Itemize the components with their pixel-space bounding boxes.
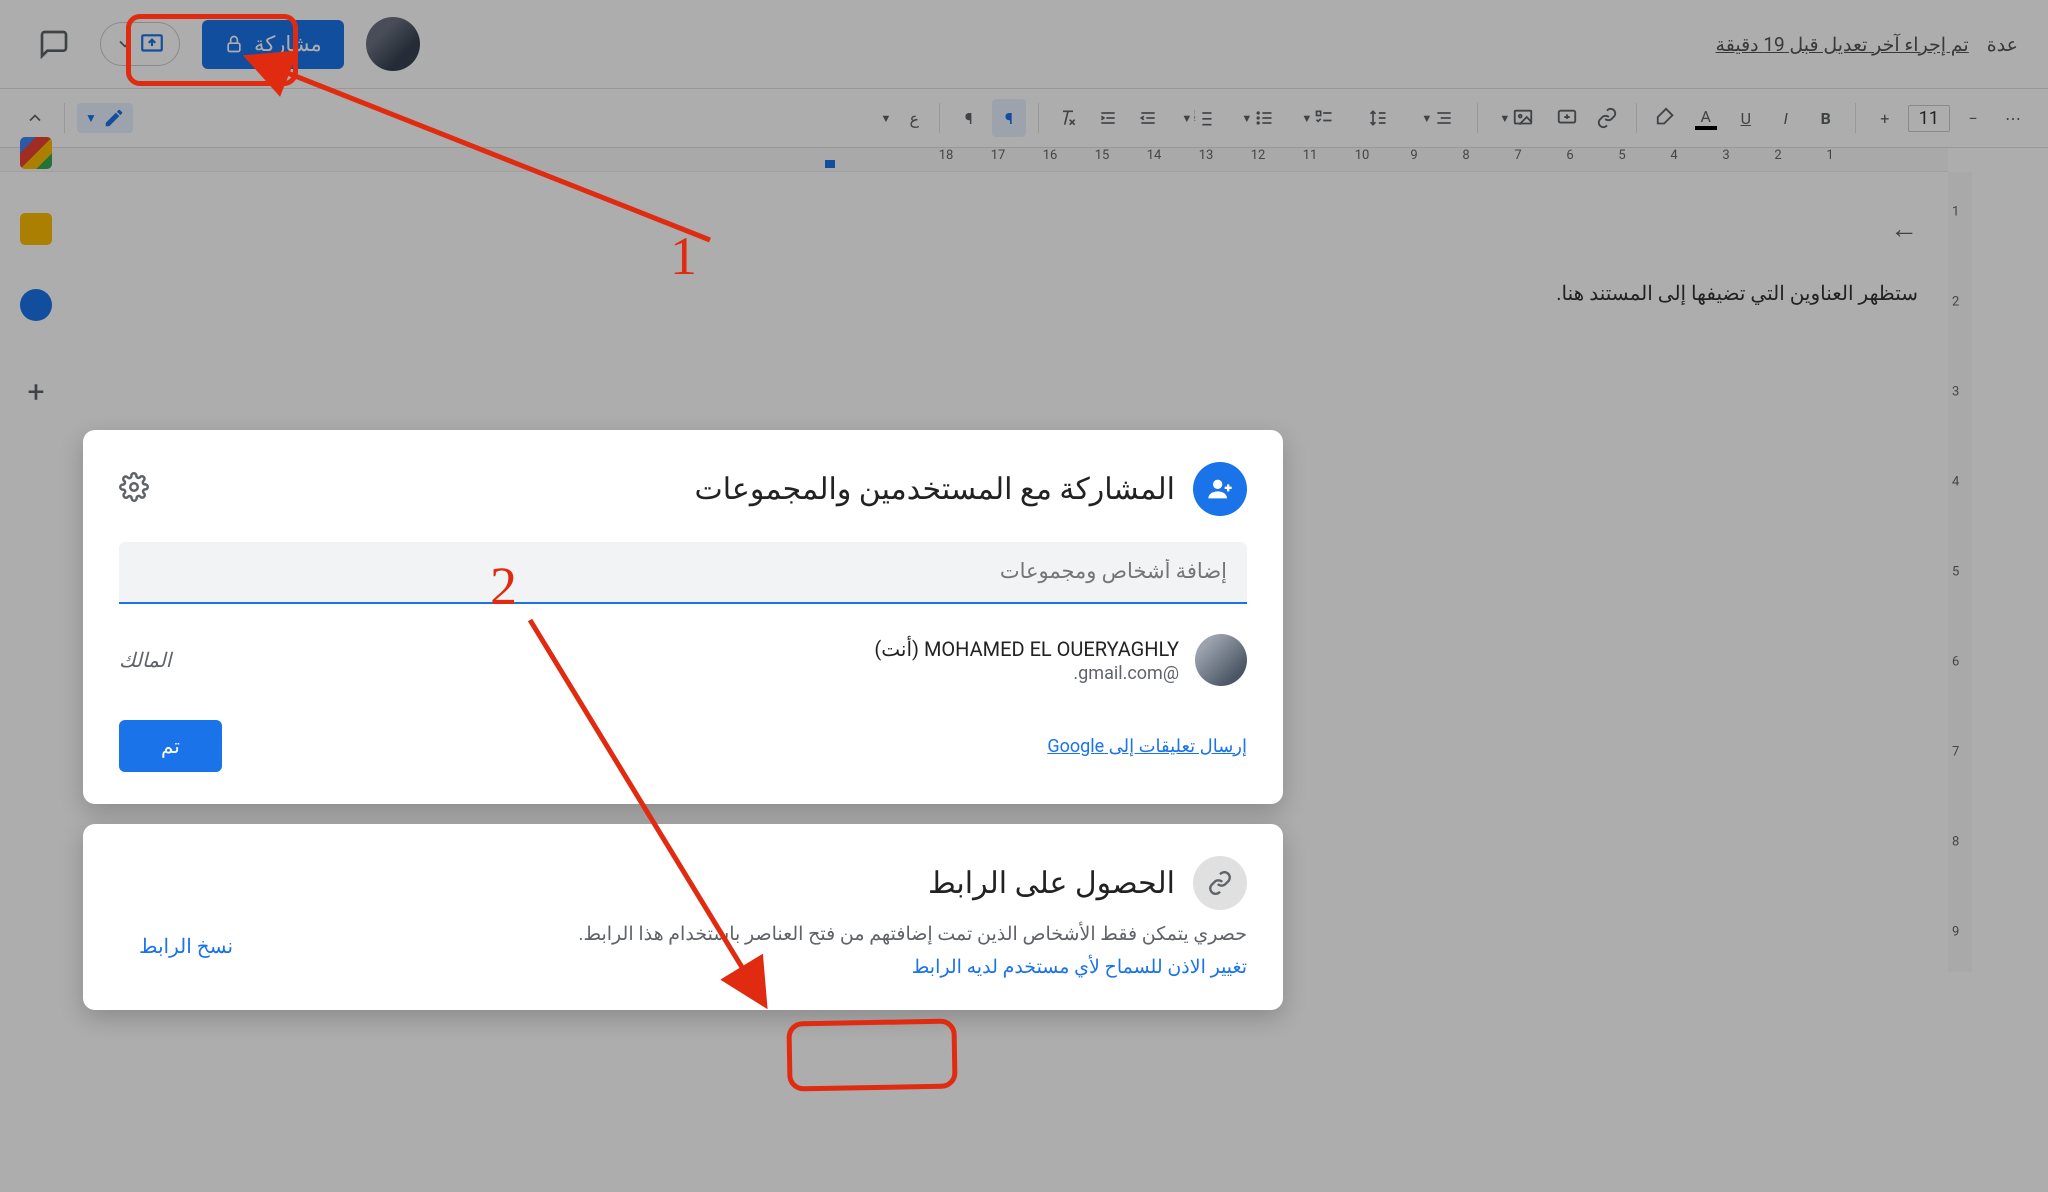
present-button[interactable] — [100, 22, 180, 66]
ruler-tick: 2 — [1774, 148, 1781, 163]
side-addons-panel: + — [0, 107, 72, 410]
comment-insert-button[interactable] — [1550, 99, 1584, 137]
link-icon — [1207, 870, 1233, 896]
annotation-number-2: 2 — [490, 555, 517, 617]
gear-icon — [119, 472, 149, 502]
ruler-tick: 8 — [1462, 148, 1469, 163]
ruler-tick: 1 — [1826, 148, 1833, 163]
ruler-tick: 4 — [1670, 148, 1677, 163]
share-settings-button[interactable] — [119, 472, 149, 506]
get-link-card: الحصول على الرابط حصري يتمكن فقط الأشخاص… — [83, 824, 1283, 1010]
ruler-indent-marker[interactable] — [825, 160, 835, 168]
ruler-tick: 11 — [1303, 148, 1318, 163]
account-avatar[interactable] — [366, 17, 420, 71]
checklist-button[interactable]: ▼ — [1291, 99, 1345, 137]
ruler-tick: 17 — [991, 148, 1006, 163]
share-people-icon — [1193, 462, 1247, 516]
vruler-tick: 6 — [1952, 655, 1959, 670]
vruler-tick: 9 — [1952, 925, 1959, 940]
font-size-value: 11 — [1908, 105, 1950, 132]
outline-panel: ← ستظهر العناوين التي تضيفها إلى المستند… — [1318, 172, 1948, 372]
share-button-label: مشاركة — [254, 32, 322, 57]
format-dropdown[interactable]: ع▼ — [873, 99, 927, 137]
add-people-input[interactable] — [119, 542, 1247, 604]
ruler-tick: 6 — [1566, 148, 1573, 163]
vruler-tick: 7 — [1952, 745, 1959, 760]
link-restriction-desc: حصري يتمكن فقط الأشخاص الذين تمت إضافتهم… — [253, 922, 1247, 945]
font-size-control[interactable]: 11 — [1908, 105, 1950, 132]
indent-increase-button[interactable] — [1091, 99, 1125, 137]
outline-placeholder-text: ستظهر العناوين التي تضيفها إلى المستند ه… — [1348, 281, 1918, 305]
ruler-tick: 5 — [1618, 148, 1625, 163]
person-avatar — [1195, 634, 1247, 686]
ruler-tick: 13 — [1199, 148, 1214, 163]
underline-button[interactable]: U — [1729, 99, 1763, 137]
done-button[interactable]: تم — [119, 720, 222, 772]
link-icon-circle — [1193, 856, 1247, 910]
rtl-direction-button[interactable]: ¶ — [992, 99, 1026, 137]
highlight-button[interactable] — [1649, 99, 1683, 137]
indent-decrease-button[interactable] — [1131, 99, 1165, 137]
vruler-tick: 2 — [1952, 295, 1959, 310]
plus-button[interactable]: + — [1868, 99, 1902, 137]
share-dialog-title: المشاركة مع المستخدمين والمجموعات — [167, 472, 1175, 507]
person-role-label: المالك — [119, 648, 171, 672]
ruler-tick: 16 — [1043, 148, 1058, 163]
vertical-ruler[interactable]: 1 2 3 4 5 6 7 8 9 — [1948, 172, 1972, 972]
lock-icon — [224, 34, 244, 54]
ruler-tick: 18 — [939, 148, 954, 163]
numbered-list-button[interactable]: 12▼ — [1171, 99, 1225, 137]
ruler-tick: 15 — [1095, 148, 1110, 163]
help-menu-label[interactable]: عدة — [1987, 33, 2018, 56]
app-header: عدة تم إجراء آخر تعديل قبل 19 دقيقة مشار… — [0, 0, 2048, 88]
minus-button[interactable]: − — [1956, 99, 1990, 137]
share-people-card: المشاركة مع المستخدمين والمجموعات MOHAME… — [83, 430, 1283, 804]
share-button[interactable]: مشاركة — [202, 20, 344, 69]
ruler-tick: 14 — [1147, 148, 1162, 163]
keep-addon-icon[interactable] — [20, 213, 52, 245]
add-addon-button[interactable]: + — [27, 375, 44, 410]
bold-button[interactable]: B — [1809, 99, 1843, 137]
vruler-tick: 8 — [1952, 835, 1959, 850]
pencil-icon — [103, 107, 125, 129]
text-color-button[interactable]: A — [1689, 99, 1723, 137]
send-feedback-link[interactable]: إرسال تعليقات إلى Google — [1047, 736, 1247, 757]
ltr-direction-button[interactable]: ¶ — [952, 99, 986, 137]
share-person-row: MOHAMED EL OUERYAGHLY (أنت) @gmail.com. … — [119, 634, 1247, 686]
person-name: MOHAMED EL OUERYAGHLY (أنت) — [187, 637, 1179, 661]
get-link-title: الحصول على الرابط — [119, 866, 1175, 901]
outline-back-arrow[interactable]: ← — [1890, 212, 1918, 245]
ruler-tick: 10 — [1355, 148, 1370, 163]
link-button[interactable] — [1590, 99, 1624, 137]
last-edit-link[interactable]: تم إجراء آخر تعديل قبل 19 دقيقة — [1716, 33, 1969, 56]
formatting-toolbar: ⋯ − 11 + B I U A ▼ ▼ ▼ ▼ 12▼ ¶ ¶ ع▼ ▼ — [0, 88, 2048, 148]
align-button[interactable]: ▼ — [1411, 99, 1465, 137]
tasks-addon-icon[interactable] — [20, 289, 52, 321]
vruler-tick: 4 — [1952, 475, 1959, 490]
share-dialog: المشاركة مع المستخدمين والمجموعات MOHAME… — [83, 430, 1283, 1030]
vruler-tick: 3 — [1952, 385, 1959, 400]
vruler-tick: 1 — [1952, 205, 1959, 220]
calendar-addon-icon[interactable] — [20, 137, 52, 169]
ruler-tick: 12 — [1251, 148, 1266, 163]
horizontal-ruler[interactable]: 123456789101112131415161718 — [0, 148, 1948, 172]
svg-text:2: 2 — [1194, 115, 1196, 123]
italic-button[interactable]: I — [1769, 99, 1803, 137]
change-link-permission[interactable]: تغيير الاذن للسماح لأي مستخدم لديه الراب… — [912, 955, 1247, 978]
ruler-tick: 3 — [1722, 148, 1729, 163]
bullet-list-button[interactable]: ▼ — [1231, 99, 1285, 137]
editing-mode-button[interactable]: ▼ — [77, 103, 133, 133]
line-spacing-button[interactable] — [1351, 99, 1405, 137]
ruler-tick: 7 — [1514, 148, 1521, 163]
comments-button[interactable] — [30, 20, 78, 68]
clear-format-button[interactable] — [1051, 99, 1085, 137]
ruler-tick: 9 — [1410, 148, 1417, 163]
image-insert-button[interactable]: ▼ — [1490, 99, 1544, 137]
person-email: @gmail.com. — [187, 663, 1179, 684]
copy-link-button[interactable]: نسخ الرابط — [119, 922, 253, 970]
annotation-number-1: 1 — [670, 225, 697, 287]
vruler-tick: 5 — [1952, 565, 1959, 580]
more-tools-button[interactable]: ⋯ — [1996, 99, 2030, 137]
